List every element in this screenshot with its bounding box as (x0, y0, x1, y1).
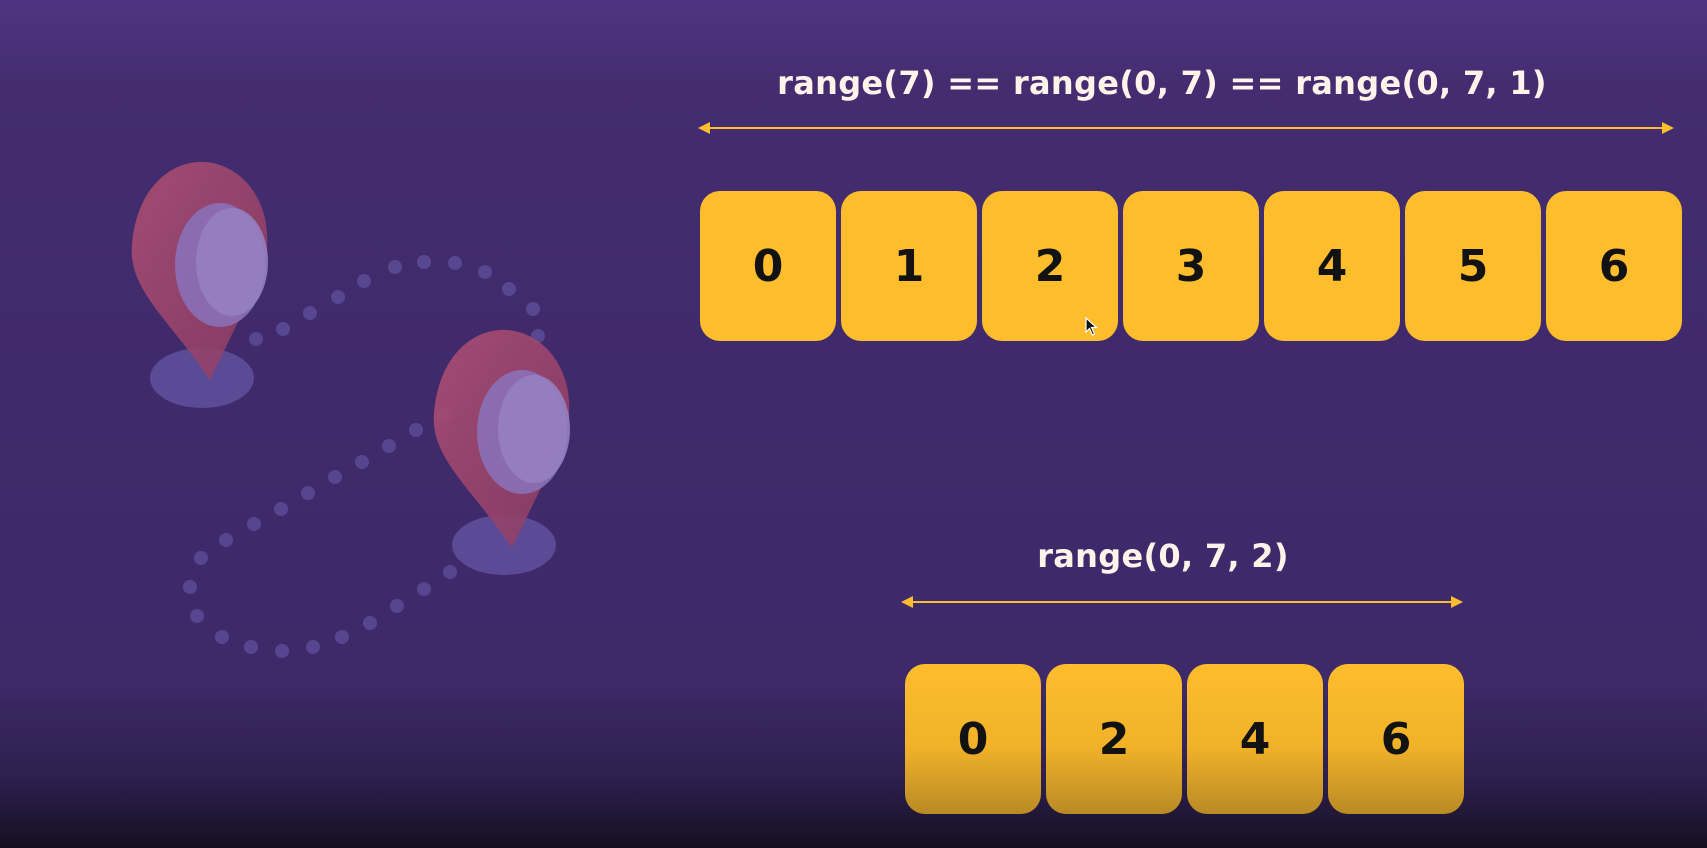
value-cell: 6 (1328, 664, 1464, 814)
value-cell: 2 (1046, 664, 1182, 814)
value-cell: 0 (905, 664, 1041, 814)
location-pin-icon (131, 161, 268, 408)
value-cell: 6 (1546, 191, 1682, 341)
value-cell: 1 (841, 191, 977, 341)
top-span-arrow (698, 122, 1674, 134)
mouse-cursor-icon (1085, 317, 1099, 336)
location-pin-icon (433, 329, 570, 575)
top-value-row: 0 1 2 3 4 5 6 (700, 191, 1682, 341)
value-cell: 3 (1123, 191, 1259, 341)
map-pins-illustration (131, 161, 570, 658)
top-range-title: range(7) == range(0, 7) == range(0, 7, 1… (777, 64, 1547, 102)
bottom-value-row: 0 2 4 6 (905, 664, 1464, 814)
bottom-span-arrow (901, 596, 1463, 608)
value-cell: 4 (1264, 191, 1400, 341)
value-cell: 5 (1405, 191, 1541, 341)
bottom-range-title: range(0, 7, 2) (1037, 537, 1289, 575)
value-cell: 0 (700, 191, 836, 341)
value-cell: 4 (1187, 664, 1323, 814)
